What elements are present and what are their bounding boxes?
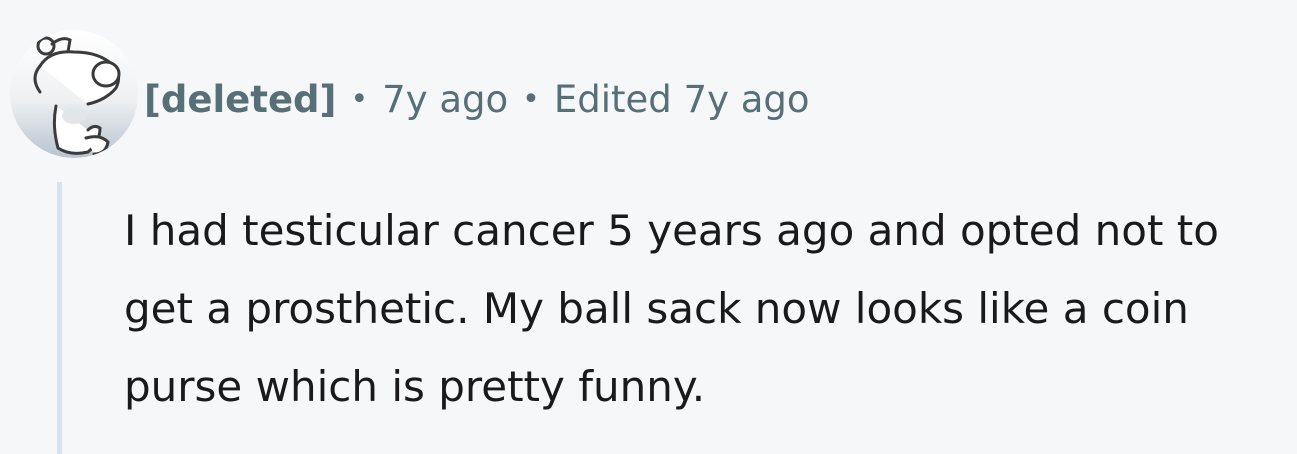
thread-collapse-line[interactable] xyxy=(57,182,62,454)
comment-age[interactable]: 7y ago xyxy=(382,78,508,121)
meta-separator: • xyxy=(522,81,540,117)
snoo-avatar-icon[interactable] xyxy=(10,30,138,158)
author-username[interactable]: [deleted] xyxy=(144,78,336,121)
comment-body: I had testicular cancer 5 years ago and … xyxy=(124,206,1219,411)
comment-meta: [deleted] • 7y ago • Edited 7y ago xyxy=(144,74,810,124)
comment: [deleted] • 7y ago • Edited 7y ago I had… xyxy=(0,0,1297,454)
meta-separator: • xyxy=(350,81,369,117)
edited-timestamp[interactable]: Edited 7y ago xyxy=(554,78,810,121)
